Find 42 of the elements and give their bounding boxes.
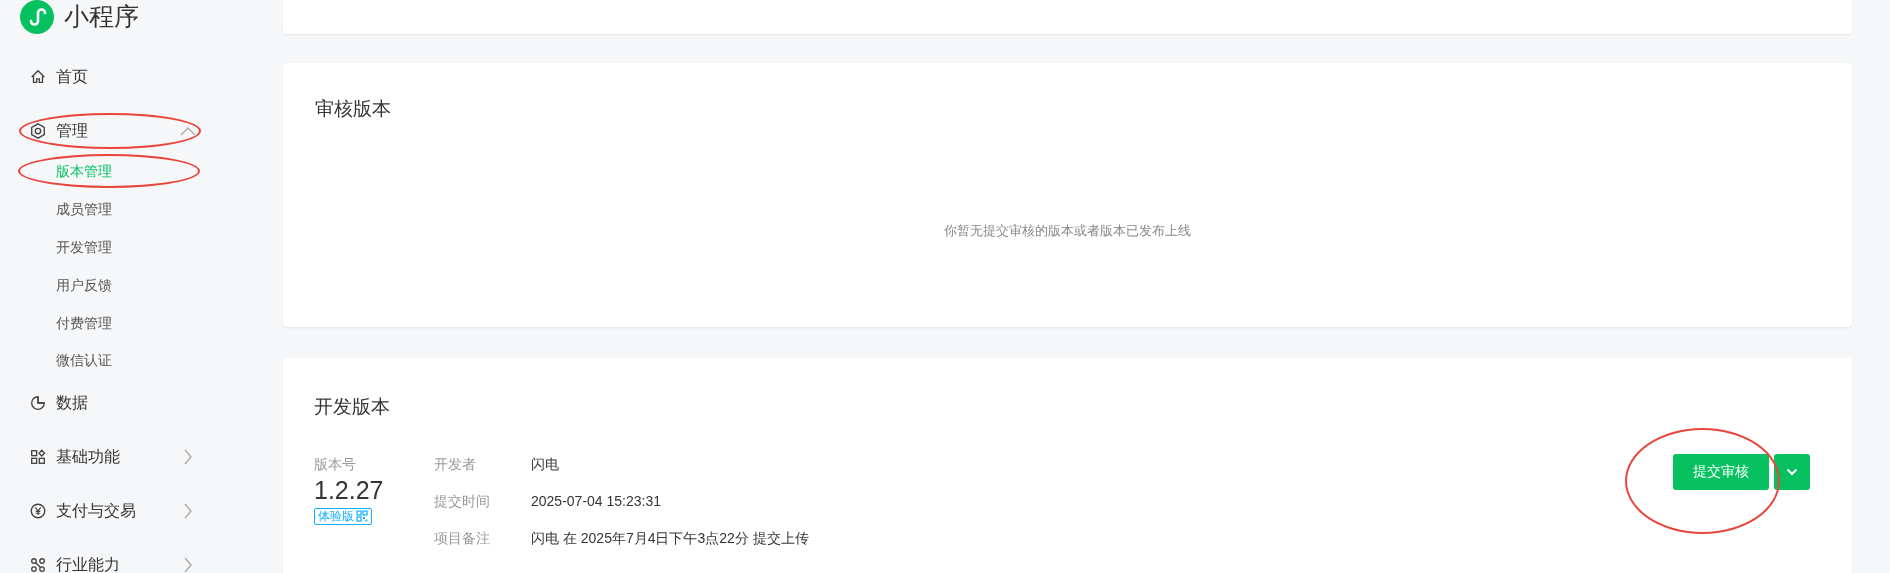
- app-title: 小程序: [64, 1, 139, 33]
- yen-icon: [29, 501, 47, 520]
- nodes-icon: [29, 555, 47, 573]
- field-value: 闪电 在 2025年7月4日下午3点22分 提交上传: [531, 528, 809, 548]
- dropdown-button[interactable]: [1774, 453, 1810, 490]
- empty-message: 你暂无提交审核的版本或者版本已发布上线: [944, 221, 1191, 240]
- hexagon-icon: [29, 122, 47, 140]
- sidebar-label: 管理: [56, 121, 88, 141]
- submenu-item[interactable]: 开发管理: [0, 228, 283, 267]
- sidebar-item[interactable]: 首页: [0, 50, 283, 104]
- card-title: 开发版本: [314, 395, 390, 419]
- submenu-item[interactable]: 付费管理: [0, 304, 283, 342]
- submenu-item[interactable]: 用户反馈: [0, 266, 283, 305]
- logo-icon: [20, 0, 54, 34]
- submenu-label: 版本管理: [56, 162, 112, 182]
- field-label: 版本号: [314, 454, 356, 474]
- qr-code-icon: [356, 510, 368, 522]
- sidebar-label: 首页: [56, 67, 88, 87]
- field-value: 2025-07-04 15:23:31: [531, 491, 661, 511]
- field-value: 闪电: [531, 454, 559, 474]
- submenu-label: 用户反馈: [56, 275, 112, 295]
- field-label: 提交时间: [434, 491, 491, 511]
- sidebar-label: 数据: [56, 392, 88, 413]
- sidebar-item[interactable]: 支付与交易: [0, 483, 283, 538]
- sidebar-label: 支付与交易: [56, 500, 136, 521]
- submenu-label: 成员管理: [56, 200, 112, 220]
- sidebar-item[interactable]: 基础功能: [0, 429, 283, 484]
- sidebar-label: 基础功能: [56, 446, 120, 467]
- home-icon: [29, 68, 47, 86]
- sidebar-item[interactable]: 行业能力: [0, 537, 283, 573]
- submenu-item[interactable]: 成员管理: [0, 190, 283, 229]
- submenu-label: 微信认证: [56, 351, 112, 371]
- field-label: 开发者: [434, 454, 477, 474]
- submenu-label: 付费管理: [56, 313, 112, 333]
- version-number: 1.2.27: [314, 474, 384, 506]
- chevron-down-icon: [1786, 467, 1798, 476]
- grid-icon: [29, 447, 47, 466]
- pie-chart-icon: [29, 393, 47, 412]
- sidebar-label: 行业能力: [56, 554, 120, 573]
- card-title: 审核版本: [315, 97, 391, 121]
- field-label: 项目备注: [434, 528, 491, 548]
- submenu-label: 开发管理: [56, 238, 112, 257]
